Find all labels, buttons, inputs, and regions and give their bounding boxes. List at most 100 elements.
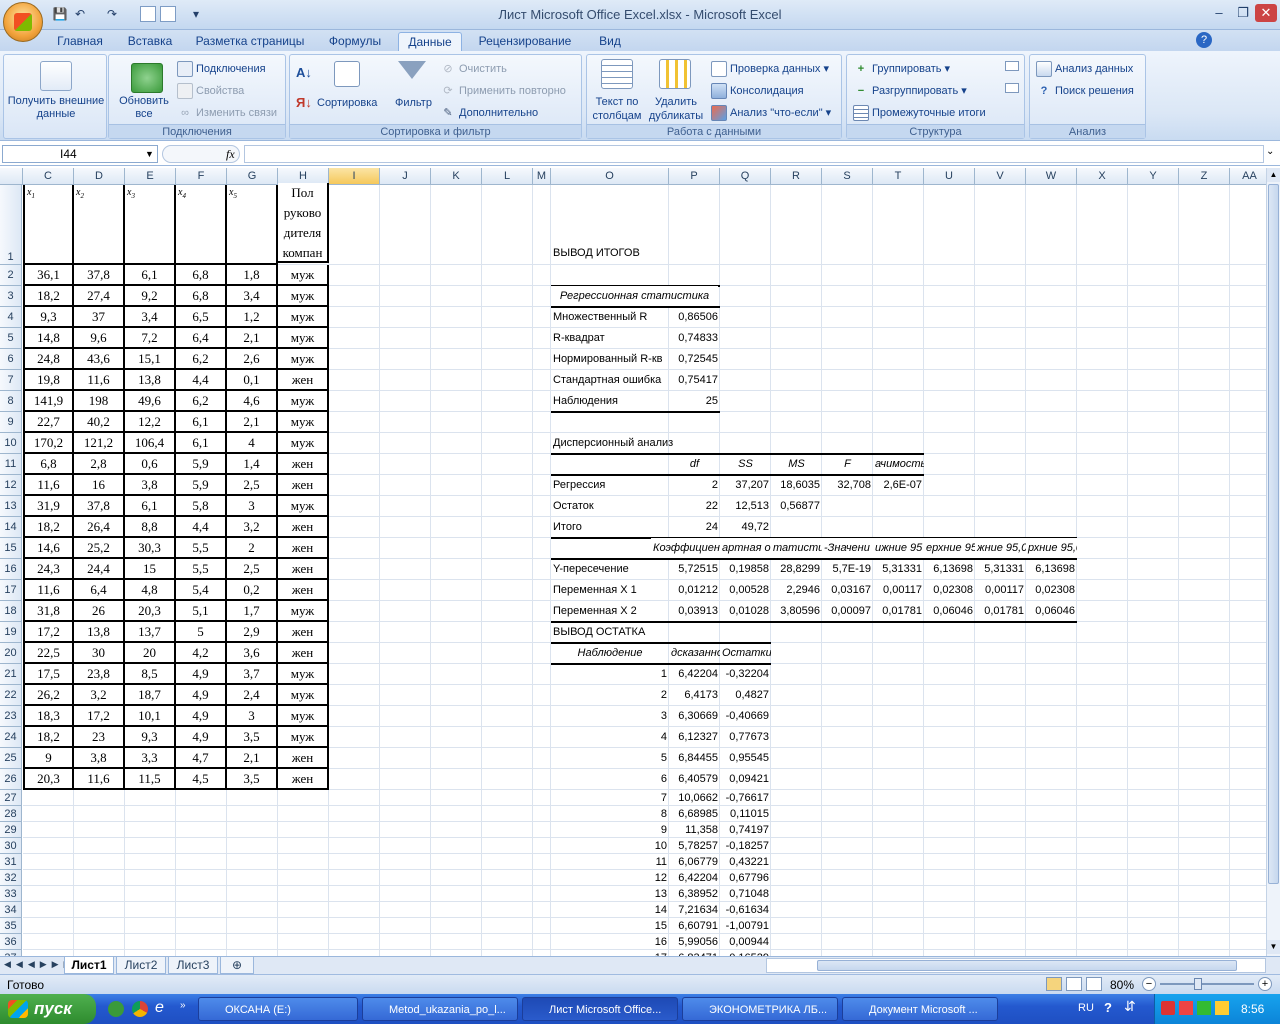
coef-header[interactable]: ерхние 95 xyxy=(924,538,975,559)
anova-header[interactable]: SS xyxy=(720,454,771,475)
table-cell[interactable]: 12,2 xyxy=(125,412,176,433)
coef-header[interactable]: татисти xyxy=(771,538,822,559)
residual-predicted[interactable]: 6,4173 xyxy=(669,685,720,706)
row-header-8[interactable]: 8 xyxy=(0,391,22,412)
show-detail-icon[interactable] xyxy=(1005,61,1019,71)
row-header-11[interactable]: 11 xyxy=(0,454,22,475)
row-header-17[interactable]: 17 xyxy=(0,580,22,601)
table-cell[interactable]: 18,7 xyxy=(125,685,176,706)
table-cell[interactable]: жен xyxy=(278,454,329,475)
row-header-14[interactable]: 14 xyxy=(0,517,22,538)
table-cell[interactable]: 6,2 xyxy=(176,349,227,370)
residual-obs[interactable]: 13 xyxy=(551,886,669,902)
table-cell[interactable]: муж xyxy=(278,433,329,454)
table-cell[interactable]: 4,8 xyxy=(125,580,176,601)
anova-value[interactable] xyxy=(822,496,873,517)
anova-value[interactable]: 0,56877 xyxy=(771,496,822,517)
table-cell[interactable]: 6,5 xyxy=(176,307,227,328)
coef-value[interactable]: 0,03167 xyxy=(822,580,873,601)
column-header-R[interactable]: R xyxy=(771,168,822,185)
table-cell[interactable]: 2,1 xyxy=(227,748,278,769)
row-header-22[interactable]: 22 xyxy=(0,685,22,706)
column-header-M[interactable]: M xyxy=(533,168,551,185)
column-header-K[interactable]: K xyxy=(431,168,482,185)
residual-header[interactable]: Наблюдение xyxy=(551,643,669,664)
tab-data[interactable]: Данные xyxy=(398,32,462,51)
table-cell[interactable]: муж xyxy=(278,391,329,412)
coef-value[interactable]: 0,01781 xyxy=(873,601,924,622)
table-cell[interactable]: 4,2 xyxy=(176,643,227,664)
table-cell[interactable]: 26,4 xyxy=(74,517,125,538)
residual-obs[interactable]: 4 xyxy=(551,727,669,748)
row-header-15[interactable]: 15 xyxy=(0,538,22,559)
table-cell[interactable]: 4,5 xyxy=(176,769,227,790)
coef-header[interactable]: жние 95,0 xyxy=(975,538,1026,559)
residual-obs[interactable]: 6 xyxy=(551,769,669,790)
insert-function-button[interactable]: fx xyxy=(226,147,235,162)
table-cell[interactable]: 30,3 xyxy=(125,538,176,559)
table-cell[interactable]: 8,5 xyxy=(125,664,176,685)
page-layout-view-icon[interactable] xyxy=(1066,977,1082,991)
row-header-30[interactable]: 30 xyxy=(0,838,22,854)
anova-header[interactable]: df xyxy=(669,454,720,475)
residual-predicted[interactable]: 5,99056 xyxy=(669,934,720,950)
residual-predicted[interactable]: 5,78257 xyxy=(669,838,720,854)
table-cell[interactable]: 1,2 xyxy=(227,307,278,328)
table-cell[interactable]: 17,2 xyxy=(23,622,74,643)
consolidate-button[interactable]: Консолидация xyxy=(711,83,804,99)
table-cell[interactable]: 9 xyxy=(23,748,74,769)
row-header-29[interactable]: 29 xyxy=(0,822,22,838)
coef-header[interactable]: Коэффициен xyxy=(651,538,720,559)
row-header-28[interactable]: 28 xyxy=(0,806,22,822)
coef-label[interactable]: Y-пересечение xyxy=(551,559,669,580)
row-header-32[interactable]: 32 xyxy=(0,870,22,886)
coef-value[interactable]: 6,13698 xyxy=(924,559,975,580)
coef-value[interactable]: 0,00528 xyxy=(720,580,771,601)
anova-title[interactable]: Дисперсионный анализ xyxy=(551,433,701,454)
table-cell[interactable]: 4,9 xyxy=(176,727,227,748)
sheet-tab-3[interactable]: Лист3 xyxy=(168,957,218,974)
table-cell[interactable]: 15 xyxy=(125,559,176,580)
table-cell[interactable]: 3,4 xyxy=(125,307,176,328)
tab-review[interactable]: Рецензирование xyxy=(472,32,578,51)
row-header-9[interactable]: 9 xyxy=(0,412,22,433)
table-cell[interactable]: 2,5 xyxy=(227,559,278,580)
language-indicator[interactable]: RU xyxy=(1078,1002,1094,1014)
table-cell[interactable]: муж xyxy=(278,286,329,307)
table-cell[interactable]: 6,2 xyxy=(176,391,227,412)
table-cell[interactable]: 6,8 xyxy=(176,286,227,307)
table-cell[interactable]: 18,2 xyxy=(23,286,74,307)
table-cell[interactable]: 5,5 xyxy=(176,559,227,580)
column-header-U[interactable]: U xyxy=(924,168,975,185)
row-header-31[interactable]: 31 xyxy=(0,854,22,870)
sort-button[interactable]: Сортировка xyxy=(317,97,377,109)
close-button[interactable]: ✕ xyxy=(1255,4,1277,22)
sheet-tab-1[interactable]: Лист1 xyxy=(64,957,114,974)
anova-value[interactable]: 2,6E-07 xyxy=(873,475,924,496)
coef-label[interactable]: Переменная X 2 xyxy=(551,601,669,622)
column-header-L[interactable]: L xyxy=(482,168,533,185)
row-header-23[interactable]: 23 xyxy=(0,706,22,727)
table-cell[interactable]: 6,1 xyxy=(125,265,176,286)
coef-value[interactable]: 0,19858 xyxy=(720,559,771,580)
table-cell[interactable]: 24,8 xyxy=(23,349,74,370)
residual-value[interactable]: 0,95545 xyxy=(720,748,771,769)
table-cell[interactable]: 4 xyxy=(227,433,278,454)
text-to-columns-button[interactable]: Текст по столбцам xyxy=(587,95,647,123)
coef-value[interactable]: 3,80596 xyxy=(771,601,822,622)
table-cell[interactable]: 3,2 xyxy=(227,517,278,538)
name-box[interactable]: I44 xyxy=(2,145,158,163)
residual-value[interactable]: 0,43221 xyxy=(720,854,771,870)
table-cell[interactable]: 6,4 xyxy=(176,328,227,349)
table-cell[interactable]: 14,6 xyxy=(23,538,74,559)
scroll-up-icon[interactable]: ▲ xyxy=(1267,168,1280,182)
subtotal-button[interactable]: Промежуточные итоги xyxy=(853,105,986,121)
tray-app-icon[interactable] xyxy=(1179,1001,1193,1015)
table-cell[interactable]: муж xyxy=(278,412,329,433)
table-cell[interactable]: муж xyxy=(278,601,329,622)
table-cell[interactable]: муж xyxy=(278,265,329,286)
table-cell[interactable]: 3,4 xyxy=(227,286,278,307)
remove-duplicates-button[interactable]: Удалить дубликаты xyxy=(645,95,707,123)
zoom-in-icon[interactable]: + xyxy=(1258,977,1272,991)
coef-value[interactable]: 0,02308 xyxy=(924,580,975,601)
